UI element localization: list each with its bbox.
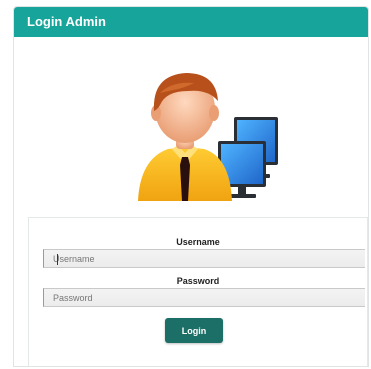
panel-title: Login Admin bbox=[27, 14, 106, 29]
login-form: Username Password Login bbox=[28, 217, 368, 366]
username-input[interactable] bbox=[43, 249, 365, 268]
login-panel: Login Admin Username Username Password L… bbox=[13, 6, 369, 367]
login-button[interactable]: Login bbox=[165, 318, 223, 343]
password-input[interactable] bbox=[43, 288, 365, 307]
username-label: Username bbox=[176, 237, 220, 247]
panel-header: Login Admin bbox=[14, 7, 368, 37]
admin-user-computer-icon bbox=[116, 61, 286, 209]
text-cursor bbox=[57, 254, 58, 265]
password-label: Password bbox=[176, 276, 220, 286]
